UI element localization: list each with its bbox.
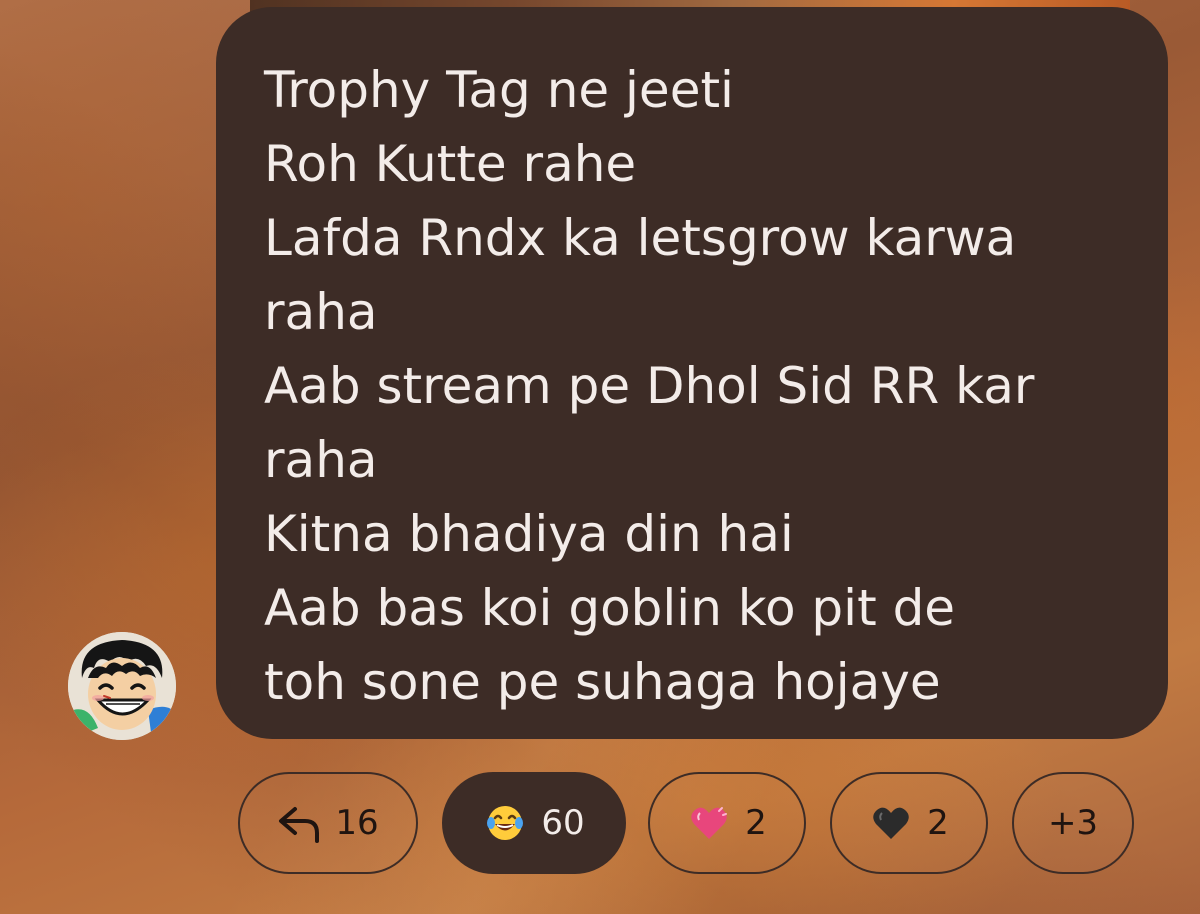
more-reactions-button[interactable]: +3 (1012, 772, 1134, 874)
reply-button[interactable]: 16 (238, 772, 418, 874)
more-reactions-label: +3 (1047, 803, 1099, 843)
message-line: Roh Kutte rahe (264, 135, 637, 193)
message-line: raha (264, 283, 378, 341)
avatar-cartoon-face-icon (68, 632, 176, 740)
reply-arrow-icon (277, 801, 321, 845)
message-line: raha (264, 431, 378, 489)
pink-heart-emoji-icon (687, 801, 731, 845)
message-line: Aab bas koi goblin ko pit de (264, 579, 956, 637)
black-heart-emoji-icon (869, 801, 913, 845)
laugh-reaction-button[interactable]: 60 (442, 772, 626, 874)
message-line: toh sone pe suhaga hojaye (264, 653, 941, 711)
reaction-bar: 16 60 2 2 +3 (0, 772, 1200, 878)
message-bubble[interactable]: Trophy Tag ne jeeti Roh Kutte rahe Lafda… (216, 7, 1168, 739)
sender-avatar[interactable] (68, 632, 176, 740)
reply-count: 16 (335, 803, 379, 843)
heart-reaction-button[interactable]: 2 (648, 772, 806, 874)
message-line: Aab stream pe Dhol Sid RR kar (264, 357, 1035, 415)
heart-count: 2 (745, 803, 767, 843)
laugh-count: 60 (541, 803, 585, 843)
black-heart-count: 2 (927, 803, 949, 843)
laughing-tears-emoji-icon (483, 801, 527, 845)
message-line: Lafda Rndx ka letsgrow karwa (264, 209, 1017, 267)
black-heart-reaction-button[interactable]: 2 (830, 772, 988, 874)
message-line: Kitna bhadiya din hai (264, 505, 794, 563)
message-line: Trophy Tag ne jeeti (264, 61, 734, 119)
